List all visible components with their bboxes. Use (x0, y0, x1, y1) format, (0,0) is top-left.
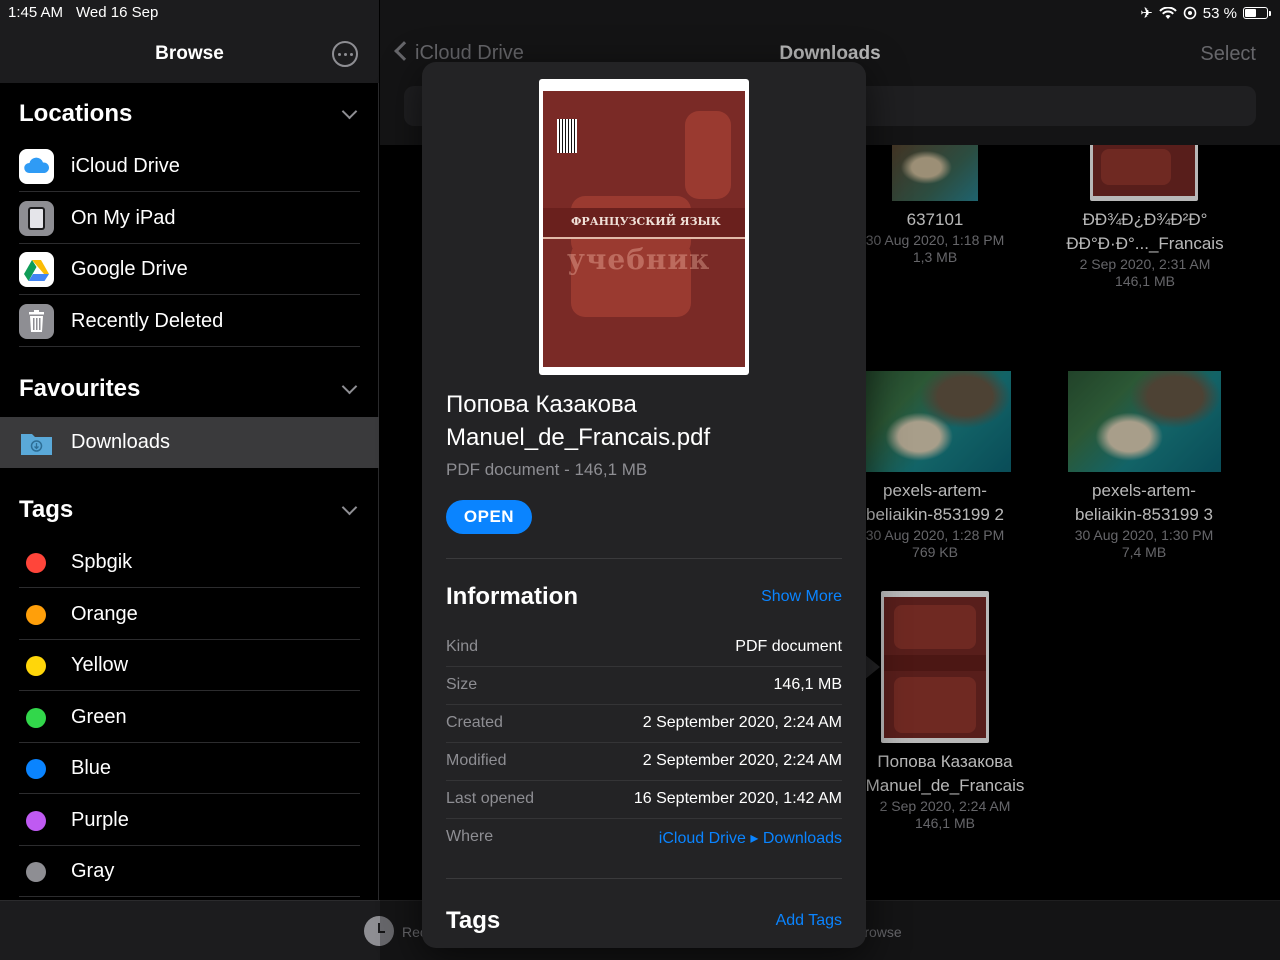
sidebar-item-label: Downloads (71, 431, 170, 453)
file-info-popover: ФРАНЦУЗСКИЙ ЯЗЫК учебник Попова Казакова… (422, 62, 866, 948)
where-path-link[interactable]: iCloud Drive ▸ Downloads (659, 828, 842, 848)
folder-download-icon (19, 425, 54, 460)
sidebar-item-recently-deleted[interactable]: Recently Deleted (0, 296, 379, 347)
sidebar-item-label: On My iPad (71, 207, 176, 229)
info-row-size: Size 146,1 MB (446, 667, 842, 705)
sidebar-item-on-my-ipad[interactable]: On My iPad (0, 193, 379, 244)
info-key: Created (446, 714, 503, 731)
google-drive-icon (19, 252, 54, 287)
status-right: ✈ 53 % (1140, 4, 1271, 22)
wifi-icon (1159, 6, 1177, 19)
sidebar-tag-orange[interactable]: Orange (0, 589, 379, 640)
open-button[interactable]: OPEN (446, 500, 532, 534)
tag-color-dot (26, 759, 46, 779)
tag-color-dot (26, 862, 46, 882)
popover-arrow (864, 654, 880, 680)
sidebar-tag-gray[interactable]: Gray (0, 846, 379, 897)
book-word: учебник (567, 243, 711, 276)
info-key: Size (446, 676, 478, 693)
information-header: Information (446, 583, 578, 610)
tag-color-dot (26, 656, 46, 676)
info-value: 16 September 2020, 1:42 AM (633, 790, 842, 807)
sidebar-item-label: Yellow (71, 654, 129, 676)
sidebar: Browse Locations iCloud Drive On My iPad… (0, 0, 379, 900)
info-row-kind: Kind PDF document (446, 629, 842, 667)
file-title: Попова Казакова Manuel_de_Francais.pdf (446, 391, 711, 451)
book-subject: ФРАНЦУЗСКИЙ ЯЗЫК (571, 215, 721, 228)
info-value: 146,1 MB (773, 676, 842, 693)
show-more-link[interactable]: Show More (761, 588, 842, 606)
sidebar-item-label: Orange (71, 603, 138, 625)
file-subtitle: PDF document - 146,1 MB (446, 460, 648, 479)
location-lock-icon (1183, 6, 1197, 20)
info-value: 2 September 2020, 2:24 AM (642, 714, 842, 731)
sidebar-item-label: Spbgik (71, 551, 133, 573)
sidebar-tag-purple[interactable]: Purple (0, 795, 379, 846)
sidebar-item-label: Green (71, 706, 127, 728)
document-preview[interactable]: ФРАНЦУЗСКИЙ ЯЗЫК учебник (539, 79, 749, 375)
sidebar-tag-yellow[interactable]: Yellow (0, 640, 379, 691)
sidebar-item-google-drive[interactable]: Google Drive (0, 244, 379, 295)
trash-icon (19, 304, 54, 339)
tag-color-dot (26, 605, 46, 625)
sidebar-tag-spbgik[interactable]: Spbgik (0, 537, 379, 588)
favourites-chevron-icon[interactable] (341, 378, 358, 395)
info-row-modified: Modified 2 September 2020, 2:24 AM (446, 743, 842, 781)
sidebar-item-label: Recently Deleted (71, 310, 224, 332)
tag-color-dot (26, 811, 46, 831)
locations-header: Locations (19, 100, 133, 127)
sidebar-item-label: Blue (71, 757, 112, 779)
sidebar-item-downloads[interactable]: Downloads (0, 417, 379, 468)
battery-icon (1243, 7, 1271, 19)
sidebar-item-label: Google Drive (71, 258, 188, 280)
ipad-icon (19, 201, 54, 236)
info-row-where: Where iCloud Drive ▸ Downloads (446, 819, 842, 857)
info-row-last-opened: Last opened 16 September 2020, 1:42 AM (446, 781, 842, 819)
locations-chevron-icon[interactable] (341, 103, 358, 120)
add-tags-link[interactable]: Add Tags (776, 912, 842, 930)
airplane-icon: ✈ (1140, 5, 1153, 22)
info-key: Kind (446, 638, 479, 655)
info-value: PDF document (735, 638, 842, 655)
tag-color-dot (26, 553, 46, 573)
sidebar-item-icloud-drive[interactable]: iCloud Drive (0, 141, 379, 192)
sidebar-item-label: Gray (71, 860, 115, 882)
status-time: 1:45 AM (8, 4, 64, 21)
tags-chevron-icon[interactable] (341, 499, 358, 516)
favourites-header: Favourites (19, 375, 141, 402)
info-key: Modified (446, 752, 507, 769)
info-key: Last opened (446, 790, 535, 807)
more-options-button[interactable] (332, 41, 358, 67)
icloud-icon (19, 149, 54, 184)
status-bar: 1:45 AM Wed 16 Sep ✈ 53 % (0, 0, 1280, 24)
sidebar-item-label: Purple (71, 809, 129, 831)
sidebar-tag-blue[interactable]: Blue (0, 743, 379, 794)
barcode-graphic (557, 119, 577, 153)
status-date: Wed 16 Sep (76, 4, 159, 21)
popover-tags-header: Tags (446, 907, 501, 934)
sidebar-tag-green[interactable]: Green (0, 692, 379, 743)
info-value: 2 September 2020, 2:24 AM (642, 752, 842, 769)
tag-color-dot (26, 708, 46, 728)
sidebar-item-label: iCloud Drive (71, 155, 180, 177)
info-row-created: Created 2 September 2020, 2:24 AM (446, 705, 842, 743)
sidebar-title: Browse (155, 43, 224, 64)
battery-percent: 53 % (1202, 4, 1237, 22)
tags-header: Tags (19, 496, 74, 523)
info-key: Where (446, 828, 494, 845)
